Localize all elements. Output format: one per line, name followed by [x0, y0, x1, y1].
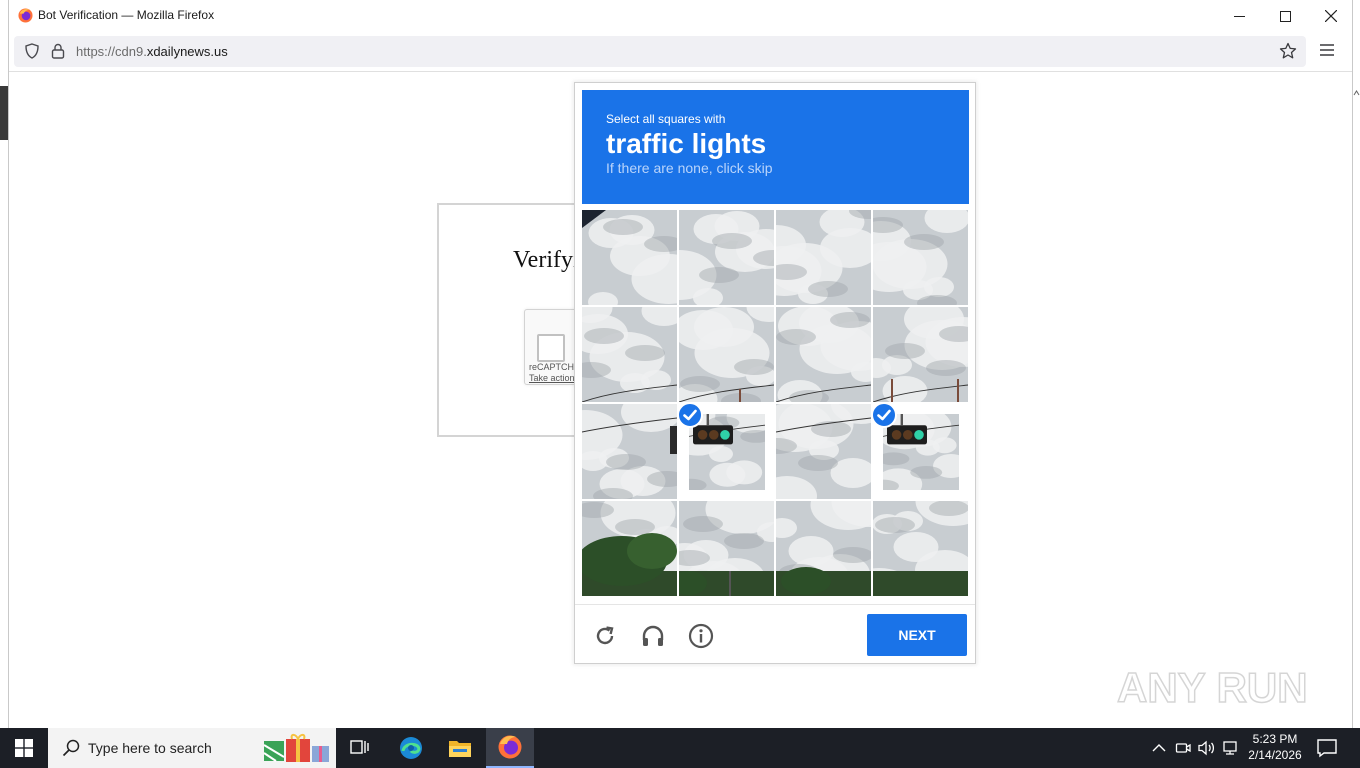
tile-image — [679, 307, 774, 402]
challenge-footer: NEXT — [575, 604, 975, 664]
close-icon — [1325, 10, 1337, 22]
tile-image — [679, 501, 774, 596]
network-tray-button[interactable] — [1172, 728, 1194, 768]
maximize-icon — [1279, 10, 1291, 22]
search-icon — [62, 739, 80, 757]
tile-image — [582, 307, 677, 402]
image-tile[interactable] — [873, 210, 968, 305]
image-tile[interactable] — [776, 210, 871, 305]
firefox-taskbar-button[interactable] — [486, 728, 534, 768]
recaptcha-take-action-link[interactable]: Take action — [529, 373, 575, 383]
watermark-text: ANY RUN — [1117, 664, 1308, 711]
image-tile[interactable] — [679, 501, 774, 596]
task-view-button[interactable] — [336, 728, 384, 768]
recaptcha-checkbox[interactable] — [537, 334, 565, 362]
tile-image — [873, 210, 968, 305]
volume-tray-button[interactable] — [1196, 728, 1218, 768]
anyrun-watermark: ANY RUN — [1117, 663, 1308, 712]
tile-image — [776, 501, 871, 596]
window-title: Bot Verification — Mozilla Firefox — [38, 8, 215, 22]
nav-bar: https://cdn9.xdailynews.us — [9, 32, 1352, 72]
lock-icon[interactable] — [51, 43, 65, 59]
reload-icon[interactable] — [592, 623, 618, 649]
url-text[interactable]: https://cdn9.xdailynews.us — [76, 44, 228, 59]
tile-image — [873, 501, 968, 596]
edge-icon — [400, 737, 422, 759]
captcha-challenge: Select all squares with traffic lights I… — [574, 82, 976, 664]
selected-check-icon — [677, 402, 703, 428]
tile-image — [679, 210, 774, 305]
background-window-edge — [0, 86, 8, 140]
image-tile[interactable] — [582, 404, 677, 499]
folder-icon — [449, 741, 471, 757]
tile-image — [776, 210, 871, 305]
bookmark-star-icon[interactable] — [1279, 42, 1297, 60]
task-view-icon — [350, 740, 369, 754]
clock-time: 5:23 PM — [1252, 732, 1298, 746]
tile-image — [582, 404, 677, 499]
challenge-header: Select all squares with traffic lights I… — [582, 90, 969, 204]
scroll-up-icon[interactable] — [1353, 86, 1360, 100]
tile-image — [582, 501, 677, 596]
image-tile[interactable] — [776, 404, 871, 499]
firefox-icon — [498, 735, 522, 759]
next-button[interactable]: NEXT — [867, 614, 967, 656]
taskbar: Type here to search 5:23 PM 2/14/2026 — [0, 728, 1360, 768]
image-tile[interactable] — [873, 307, 968, 402]
meet-now-icon — [1175, 743, 1191, 753]
start-button[interactable] — [0, 728, 48, 768]
minimize-icon — [1233, 15, 1245, 17]
title-bar: Bot Verification — Mozilla Firefox — [9, 0, 1352, 32]
taskbar-search[interactable]: Type here to search — [48, 728, 336, 768]
firefox-icon — [18, 8, 33, 23]
image-grid — [582, 210, 969, 597]
image-tile[interactable] — [679, 307, 774, 402]
info-icon[interactable] — [688, 623, 714, 649]
network-icon — [1223, 741, 1237, 755]
network-button[interactable] — [1220, 728, 1242, 768]
tile-image — [776, 404, 871, 499]
hamburger-menu-icon[interactable] — [1319, 43, 1335, 57]
verification-heading: Verifyi — [513, 247, 580, 273]
challenge-hint: If there are none, click skip — [606, 160, 773, 176]
edge-taskbar-button[interactable] — [387, 728, 435, 768]
tile-image — [776, 307, 871, 402]
notification-icon[interactable] — [1316, 738, 1338, 758]
image-tile[interactable] — [776, 501, 871, 596]
tracking-shield-icon[interactable] — [24, 43, 40, 59]
url-bar[interactable]: https://cdn9.xdailynews.us — [14, 36, 1306, 67]
close-button[interactable] — [1308, 0, 1354, 32]
maximize-button[interactable] — [1262, 0, 1308, 32]
minimize-button[interactable] — [1216, 0, 1262, 32]
image-tile[interactable] — [679, 210, 774, 305]
image-tile[interactable] — [582, 501, 677, 596]
image-tile[interactable] — [776, 307, 871, 402]
search-placeholder: Type here to search — [88, 740, 212, 756]
tile-image — [873, 307, 968, 402]
selected-check-icon — [871, 402, 897, 428]
audio-icon[interactable] — [640, 623, 666, 649]
windows-logo-icon — [15, 739, 33, 757]
clock-date: 2/14/2026 — [1248, 748, 1302, 762]
taskbar-clock[interactable]: 5:23 PM 2/14/2026 — [1240, 731, 1310, 765]
image-tile[interactable] — [582, 210, 677, 305]
chevron-up-icon — [1152, 744, 1166, 752]
gift-boxes-icon — [263, 733, 329, 762]
file-explorer-button[interactable] — [436, 728, 484, 768]
challenge-target: traffic lights — [606, 128, 767, 159]
tile-image — [582, 210, 677, 305]
show-hidden-icons-button[interactable] — [1150, 728, 1168, 768]
recaptcha-label: reCAPTCHA — [529, 362, 581, 372]
speaker-icon — [1198, 740, 1215, 756]
image-tile[interactable] — [582, 307, 677, 402]
image-tile[interactable] — [873, 501, 968, 596]
challenge-instruction: Select all squares with — [606, 112, 726, 126]
